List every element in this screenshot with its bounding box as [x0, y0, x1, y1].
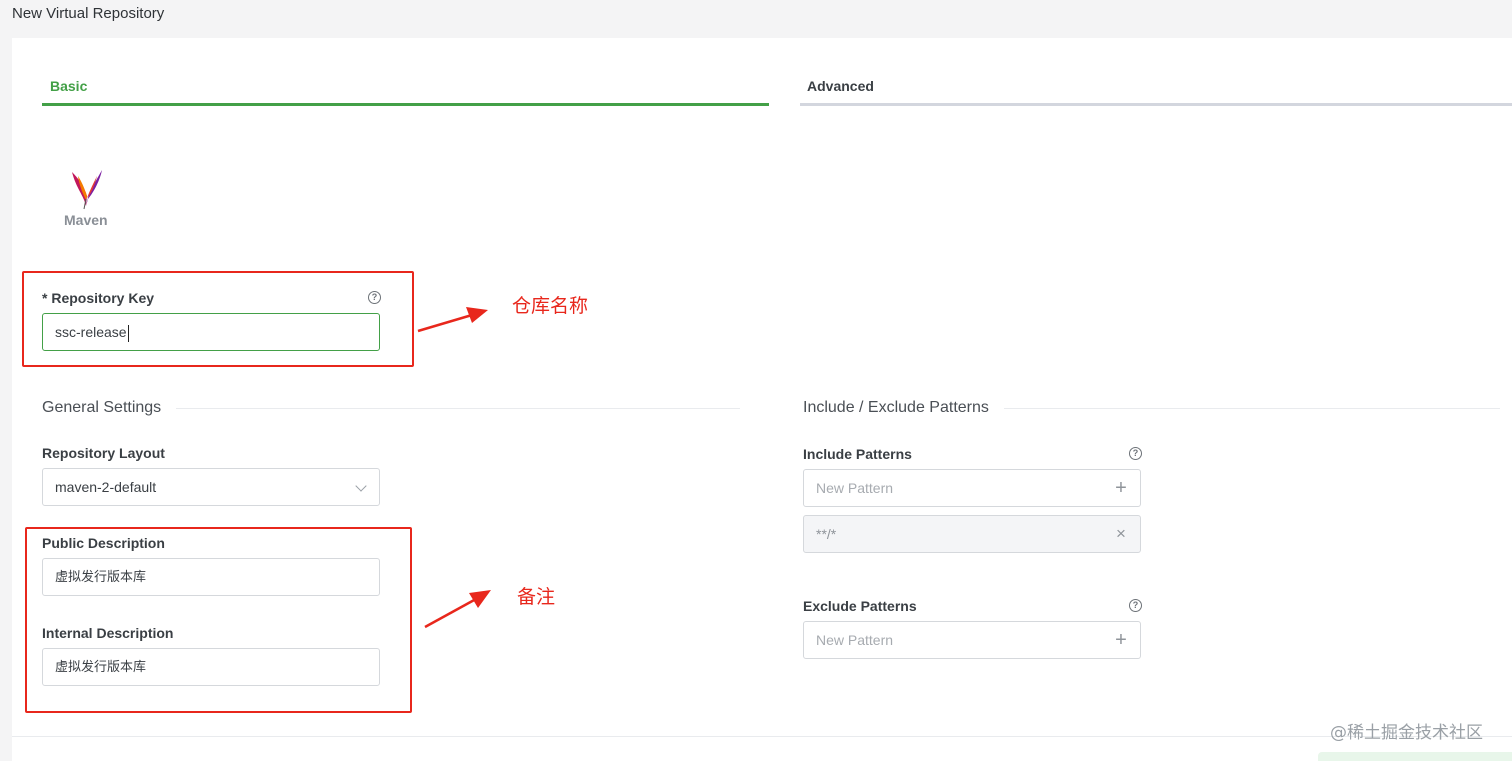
repository-layout-value: maven-2-default: [55, 479, 157, 495]
add-icon[interactable]: +: [1112, 630, 1130, 650]
exclude-pattern-placeholder: New Pattern: [816, 632, 894, 648]
package-type-label: Maven: [64, 212, 108, 228]
close-icon[interactable]: ×: [1112, 524, 1130, 544]
tab-basic[interactable]: Basic: [50, 78, 87, 94]
apache-feather-icon: [72, 170, 102, 210]
include-pattern-placeholder: New Pattern: [816, 480, 894, 496]
tab-advanced[interactable]: Advanced: [807, 78, 874, 94]
page-title: New Virtual Repository: [12, 5, 165, 22]
section-divider: [1004, 408, 1500, 409]
tab-basic-underline: [42, 103, 769, 106]
tab-advanced-underline: [800, 103, 1512, 106]
exclude-pattern-input[interactable]: New Pattern +: [803, 621, 1141, 659]
include-pattern-item: **/* ×: [803, 515, 1141, 553]
help-circle-icon[interactable]: ?: [1129, 599, 1142, 612]
section-divider: [176, 408, 740, 409]
footer-action-bar: [1318, 752, 1512, 761]
general-settings-title: General Settings: [42, 399, 162, 416]
annotation-text-key: 仓库名称: [512, 295, 589, 317]
annotation-box-key: [22, 271, 414, 367]
repository-layout-label: Repository Layout: [42, 445, 165, 461]
footer-divider: [12, 736, 1512, 737]
add-icon[interactable]: +: [1112, 478, 1130, 498]
annotation-box-description: [25, 527, 412, 713]
include-pattern-value: **/*: [816, 526, 837, 542]
include-patterns-label: Include Patterns: [803, 446, 912, 462]
help-circle-icon[interactable]: ?: [1129, 447, 1142, 460]
watermark: @稀土掘金技术社区: [1330, 723, 1483, 743]
chevron-down-icon: [355, 480, 367, 492]
annotation-arrow-description: [424, 590, 491, 629]
patterns-title: Include / Exclude Patterns: [803, 399, 989, 416]
exclude-patterns-label: Exclude Patterns: [803, 598, 917, 614]
annotation-text-description: 备注: [517, 586, 556, 608]
repository-layout-select[interactable]: maven-2-default: [42, 468, 380, 506]
include-pattern-input[interactable]: New Pattern +: [803, 469, 1141, 507]
